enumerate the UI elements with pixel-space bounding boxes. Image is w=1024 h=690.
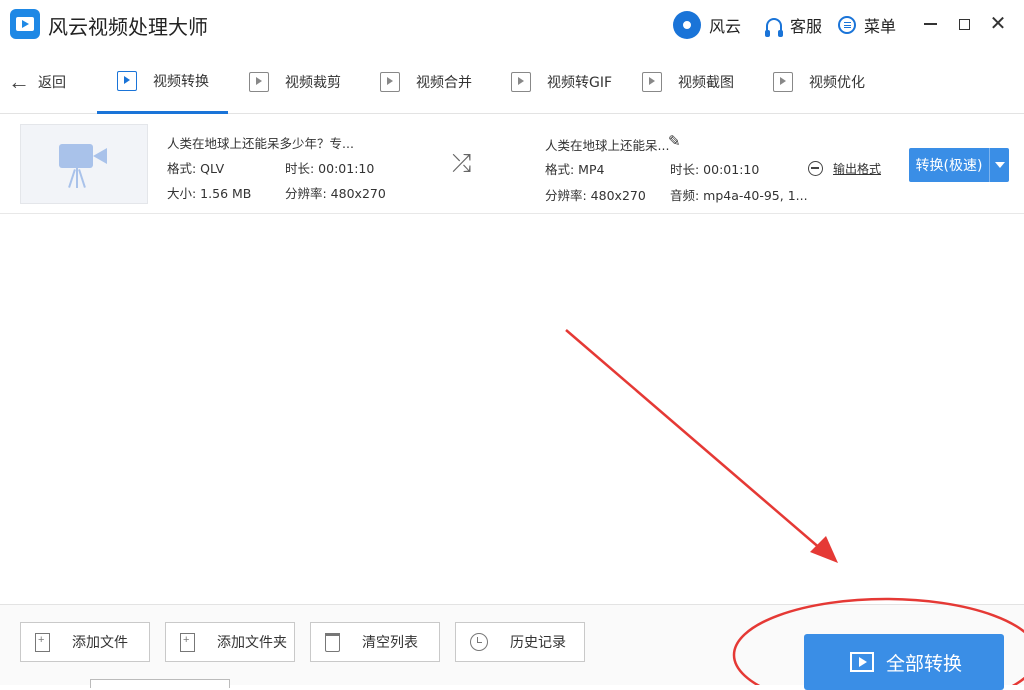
headset-icon	[765, 18, 783, 37]
tab-label: 视频裁剪	[285, 75, 341, 91]
annotation-arrow-line	[565, 329, 823, 551]
optimize-icon	[773, 72, 793, 92]
history-button[interactable]: 历史记录	[455, 622, 585, 662]
bottom-toolbar: 添加文件 添加文件夹 清空列表 历史记录 全部转换	[0, 604, 1024, 690]
output-dir-field[interactable]	[90, 679, 230, 688]
file-list-item[interactable]: 人类在地球上还能呆多少年？专... 格式: QLV 时长: 00:01:10 大…	[0, 114, 1024, 214]
tab-label: 视频优化	[809, 75, 865, 91]
source-resolution: 分辨率: 480x270	[285, 186, 386, 201]
clear-list-button[interactable]: 清空列表	[310, 622, 440, 662]
maximize-icon	[958, 18, 970, 30]
fengyun-logo-icon	[673, 11, 701, 39]
source-size: 大小: 1.56 MB	[167, 186, 252, 201]
screenshot-icon	[642, 72, 662, 92]
menu-button[interactable]: 菜单	[838, 8, 896, 42]
minimize-icon	[923, 23, 937, 25]
tab-label: 视频合并	[416, 75, 472, 91]
add-folder-label: 添加文件夹	[217, 635, 287, 651]
tab-video-optimize[interactable]: 视频优化	[773, 50, 865, 114]
maximize-button[interactable]	[952, 12, 976, 36]
close-icon: ✕	[989, 13, 1007, 35]
minimize-button[interactable]	[918, 12, 942, 36]
account-button[interactable]: 风云	[673, 8, 741, 42]
output-format: 格式: MP4	[545, 162, 605, 177]
convert-button[interactable]: 转换(极速)	[909, 148, 1009, 182]
clock-icon	[470, 633, 488, 651]
account-label: 风云	[709, 17, 742, 36]
output-format-link[interactable]: 输出格式	[808, 160, 881, 177]
add-file-label: 添加文件	[72, 635, 128, 651]
clear-list-label: 清空列表	[362, 635, 418, 651]
output-file-name: 人类在地球上还能呆...	[545, 138, 670, 153]
add-file-button[interactable]: 添加文件	[20, 622, 150, 662]
tab-label: 视频截图	[678, 75, 734, 91]
add-file-icon	[35, 632, 50, 652]
back-button[interactable]: ← 返回	[8, 70, 66, 94]
video-crop-icon	[249, 72, 269, 92]
app-logo-icon	[10, 9, 40, 39]
app-title: 风云视频处理大师	[48, 15, 208, 39]
function-tabs-bar: ← 返回 视频转换 视频裁剪 视频合并 视频转GIF 视频截图 视频优化	[0, 50, 1024, 114]
close-button[interactable]: ✕	[986, 12, 1010, 36]
play-icon	[850, 652, 874, 672]
output-audio: 音频: mp4a-40-95, 1...	[670, 188, 808, 203]
tab-video-crop[interactable]: 视频裁剪	[249, 50, 341, 114]
tab-label: 视频转换	[153, 73, 209, 90]
chevron-down-icon[interactable]	[995, 162, 1005, 168]
convert-all-button[interactable]: 全部转换	[804, 634, 1004, 690]
add-folder-button[interactable]: 添加文件夹	[165, 622, 295, 662]
shuffle-arrows-icon: ⤮	[452, 150, 472, 177]
title-bar: 风云视频处理大师 风云 客服 菜单 ✕	[0, 0, 1024, 50]
format-settings-icon	[808, 161, 823, 176]
source-format: 格式: QLV	[167, 161, 225, 176]
customer-service-button[interactable]: 客服	[765, 8, 823, 42]
edit-pencil-icon[interactable]: ✎	[668, 132, 681, 150]
tab-video-merge[interactable]: 视频合并	[380, 50, 472, 114]
tab-video-convert[interactable]: 视频转换	[97, 50, 228, 114]
trash-icon	[325, 632, 340, 652]
history-label: 历史记录	[510, 635, 566, 651]
add-folder-icon	[180, 632, 195, 652]
annotation-arrowhead	[810, 536, 838, 563]
output-duration: 时长: 00:01:10	[670, 162, 760, 177]
back-arrow-icon: ←	[8, 69, 30, 94]
tab-video-to-gif[interactable]: 视频转GIF	[511, 50, 612, 114]
gif-icon	[511, 72, 531, 92]
video-convert-icon	[117, 70, 137, 91]
menu-icon	[838, 16, 856, 34]
convert-label: 转换(极速)	[915, 158, 983, 174]
menu-label: 菜单	[864, 17, 897, 36]
tab-video-screenshot[interactable]: 视频截图	[642, 50, 734, 114]
back-label: 返回	[38, 75, 66, 91]
convert-all-label: 全部转换	[886, 652, 963, 675]
customer-service-label: 客服	[790, 17, 823, 36]
output-resolution: 分辨率: 480x270	[545, 188, 646, 203]
tab-label: 视频转GIF	[547, 75, 613, 91]
video-thumbnail	[20, 124, 148, 204]
output-format-label: 输出格式	[833, 162, 882, 176]
source-duration: 时长: 00:01:10	[285, 161, 375, 176]
source-file-name: 人类在地球上还能呆多少年？专...	[167, 136, 354, 151]
video-merge-icon	[380, 72, 400, 92]
